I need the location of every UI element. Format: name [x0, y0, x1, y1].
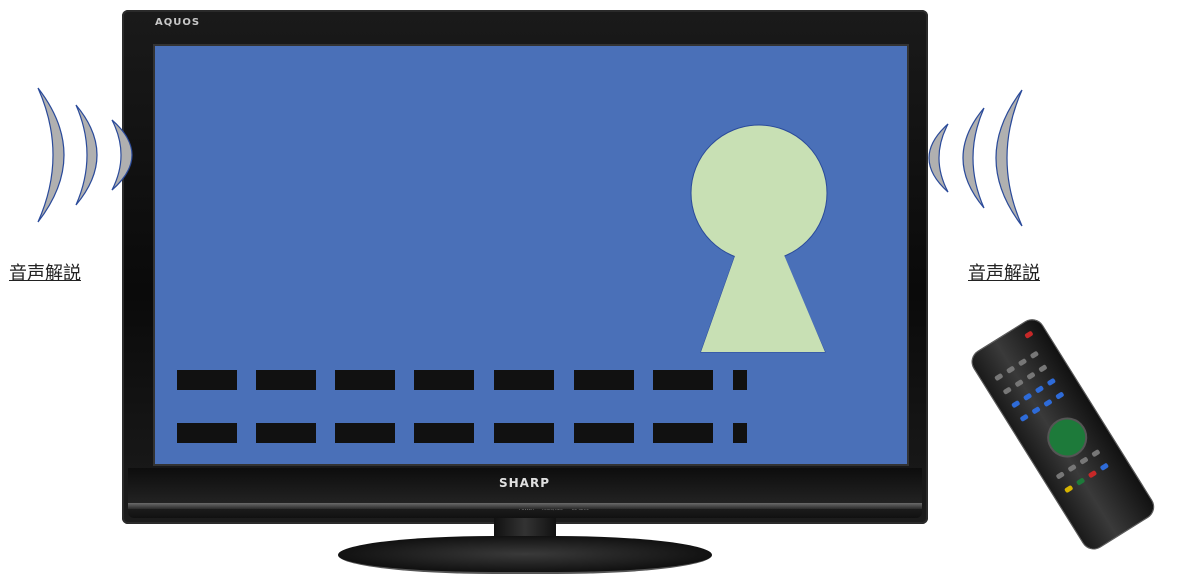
remote-button: [1005, 365, 1016, 374]
caption-bar: [733, 423, 747, 443]
caption-bar: [414, 423, 474, 443]
remote-button: [1087, 469, 1098, 479]
remote-button: [1026, 371, 1036, 381]
remote-button: [1038, 364, 1048, 373]
caption-bar: [494, 370, 554, 390]
left-sound-waves-icon: [37, 87, 133, 223]
remote-button: [1099, 462, 1110, 472]
remote-button: [1046, 377, 1057, 387]
power-button-icon: [1024, 330, 1034, 339]
wave-arc: [37, 87, 65, 223]
caption-bar: [256, 423, 316, 443]
caption-bar: [733, 370, 747, 390]
caption-bar: [574, 423, 634, 443]
wave-arc: [75, 104, 98, 206]
remote-button: [994, 372, 1004, 382]
sharp-logo: SHARP: [499, 476, 551, 490]
caption-bar: [177, 370, 237, 390]
wave-arc: [928, 123, 949, 193]
tv-stand-base: [338, 536, 712, 574]
remote-button: [1017, 358, 1028, 367]
aquos-logo: AQUOS: [155, 17, 201, 28]
right-sound-waves-icon: [928, 89, 1023, 227]
keyhole-icon: [690, 124, 828, 353]
remote-control-icon: [968, 315, 1158, 554]
remote-button: [1002, 386, 1012, 395]
remote-button: [1031, 406, 1041, 415]
remote-button: [1034, 385, 1045, 394]
remote-button: [1022, 392, 1033, 402]
caption-bar: [335, 423, 395, 443]
remote-button: [1079, 456, 1089, 465]
remote-button: [1055, 391, 1065, 400]
caption-bar: [177, 423, 237, 443]
remote-button: [1055, 471, 1065, 480]
caption-bar: [256, 370, 316, 390]
screen-content: [690, 124, 828, 353]
caption-bar: [653, 423, 713, 443]
remote-button: [1091, 448, 1101, 458]
tv-trim: [128, 503, 922, 509]
tv-screen: [153, 44, 909, 466]
remote-button: [1011, 399, 1021, 409]
remote-button: [1019, 413, 1029, 423]
remote-button: [1014, 378, 1024, 388]
wave-arc: [995, 89, 1023, 227]
remote-button: [1029, 350, 1040, 360]
remote-button: [1043, 398, 1053, 408]
wave-arc: [962, 107, 985, 209]
remote-button: [1075, 477, 1086, 486]
caption-bar: [653, 370, 713, 390]
caption-bar: [574, 370, 634, 390]
left-audio-description-label: 音声解説: [9, 263, 81, 284]
caption-bar: [494, 423, 554, 443]
remote-button: [1064, 484, 1074, 494]
caption-bar: [335, 370, 395, 390]
right-audio-description-label: 音声解説: [968, 263, 1040, 284]
caption-bar: [414, 370, 474, 390]
remote-button: [1067, 463, 1077, 473]
wave-arc: [111, 119, 133, 191]
